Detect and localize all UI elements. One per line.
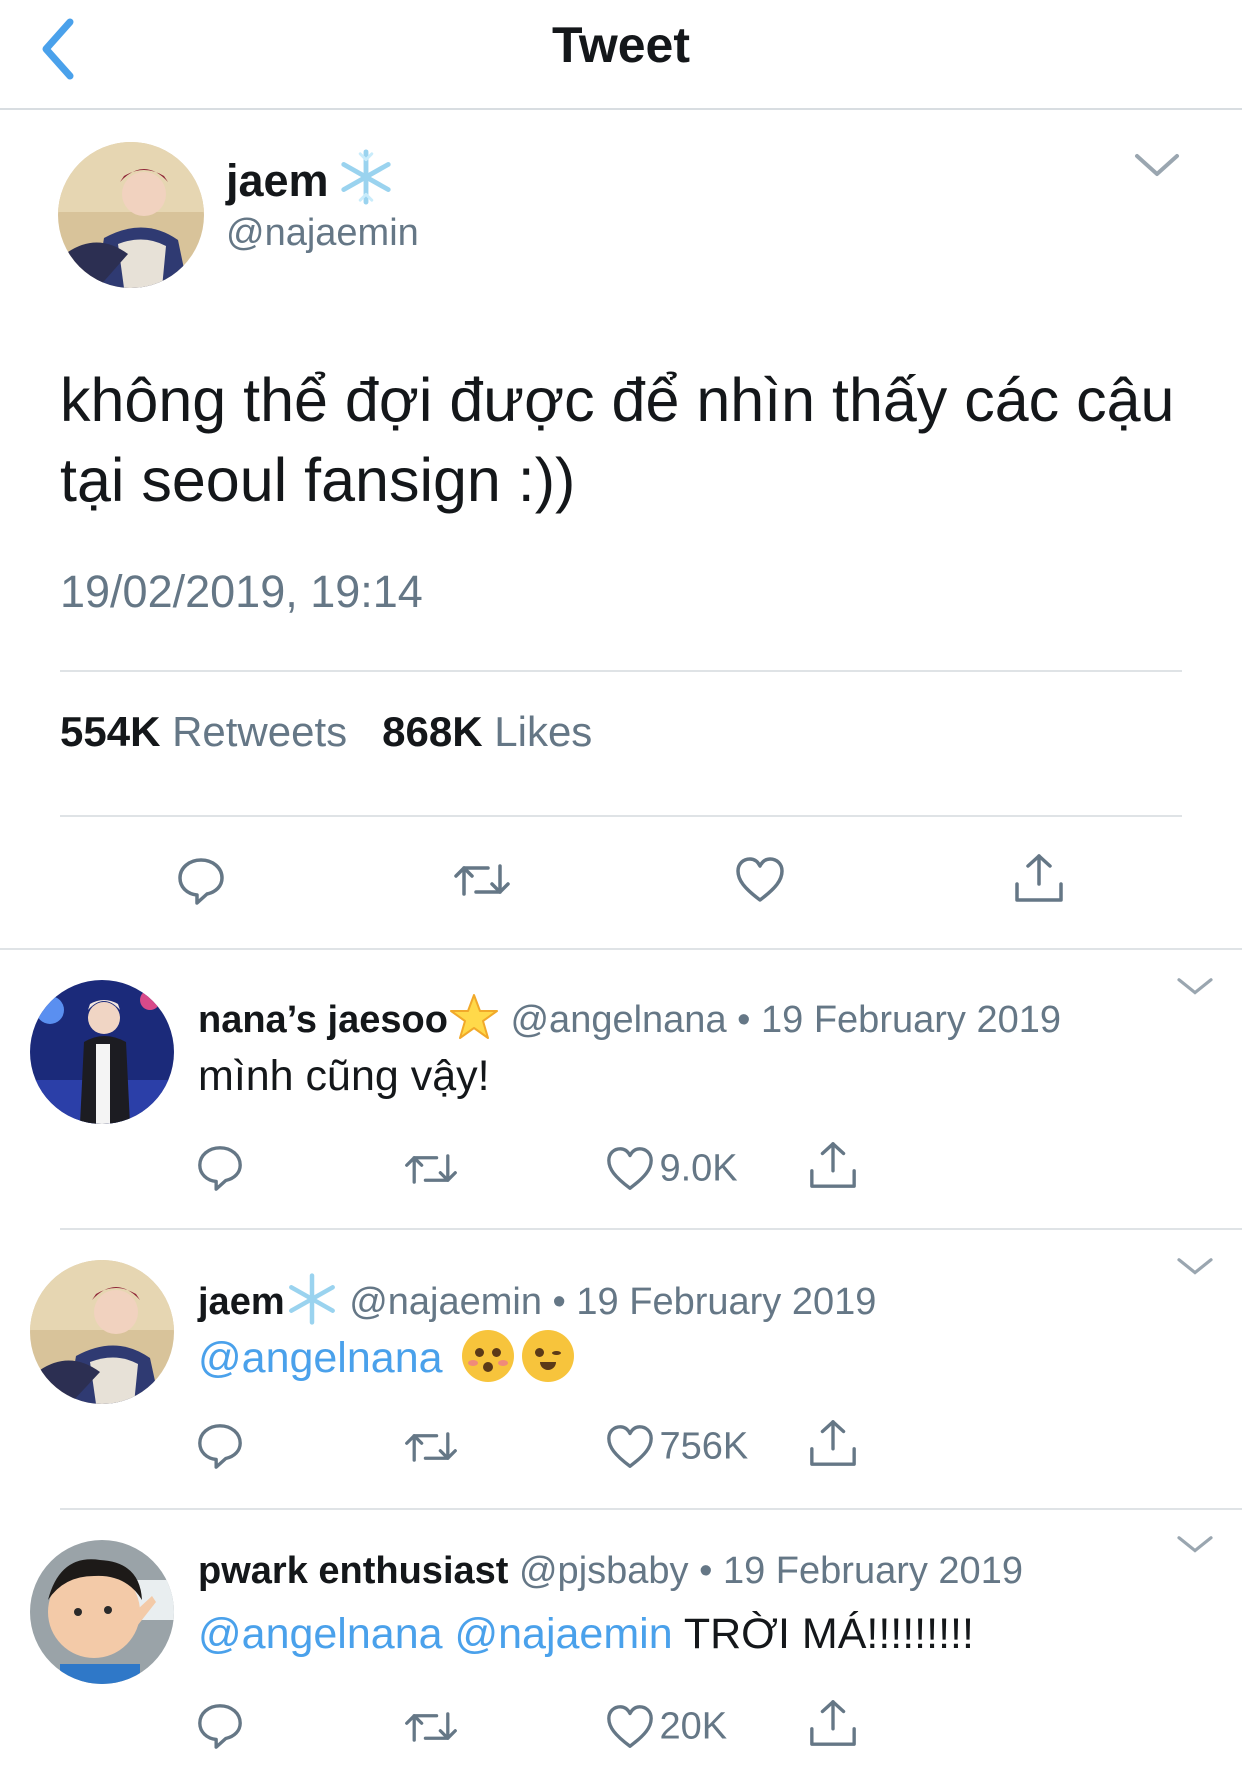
reply-text: mình cũng vậy! bbox=[198, 1052, 490, 1100]
reply-text: @angelnana bbox=[198, 1330, 575, 1383]
snowflake-icon bbox=[288, 1273, 335, 1325]
share-icon[interactable] bbox=[808, 1418, 858, 1468]
reply-date: 19 February 2019 bbox=[722, 1550, 1023, 1592]
retweet-icon[interactable] bbox=[403, 1144, 459, 1194]
winking-face-icon bbox=[522, 1330, 575, 1382]
likes-count: 868K bbox=[382, 708, 483, 755]
reply-date: 19 February 2019 bbox=[576, 1281, 877, 1323]
chevron-down-icon[interactable] bbox=[1175, 975, 1215, 999]
reply-date: 19 February 2019 bbox=[761, 999, 1061, 1041]
reply-icon[interactable] bbox=[195, 1142, 245, 1192]
retweets-stat[interactable]: 554K Retweets bbox=[60, 708, 359, 755]
tweet-author-handle[interactable]: @najaemin bbox=[226, 212, 419, 255]
avatar[interactable] bbox=[30, 1540, 174, 1684]
reply-text: @angelnana @najaemin TRỜI MÁ!!!!!!!!! bbox=[198, 1610, 974, 1659]
mention-link[interactable]: @angelnana bbox=[198, 1334, 443, 1382]
tweet-stats: 554K Retweets 868K Likes bbox=[60, 708, 592, 756]
like-count: 9.0K bbox=[659, 1147, 738, 1190]
likes-stat[interactable]: 868K Likes bbox=[382, 708, 592, 755]
reply-icon[interactable] bbox=[175, 854, 227, 906]
separator-dot: • bbox=[699, 1550, 713, 1592]
reply-author-handle[interactable]: @pjsbaby bbox=[519, 1550, 689, 1592]
reply-icon[interactable] bbox=[195, 1420, 245, 1470]
retweet-icon[interactable] bbox=[403, 1702, 459, 1752]
separator-dot: • bbox=[552, 1281, 566, 1323]
like-button[interactable]: 756K bbox=[605, 1422, 748, 1472]
divider bbox=[60, 1508, 1242, 1510]
share-icon[interactable] bbox=[808, 1140, 858, 1190]
like-button[interactable]: 9.0K bbox=[605, 1144, 738, 1194]
share-icon[interactable] bbox=[808, 1698, 858, 1748]
like-count: 756K bbox=[659, 1425, 749, 1468]
reply-header: jaem @najaemin • 19 February 2019 bbox=[198, 1272, 876, 1326]
snowflake-icon bbox=[341, 149, 391, 205]
like-icon bbox=[607, 1147, 653, 1190]
mention-link[interactable]: @najaemin bbox=[454, 1610, 672, 1658]
retweets-label: Retweets bbox=[172, 708, 348, 755]
retweet-icon[interactable] bbox=[452, 854, 512, 906]
reply-author-name[interactable]: jaem bbox=[198, 1281, 285, 1323]
reply-icon[interactable] bbox=[195, 1700, 245, 1750]
reply-message: TRỜI MÁ!!!!!!!!! bbox=[683, 1610, 974, 1658]
reply-author-name[interactable]: pwark enthusiast bbox=[198, 1550, 508, 1592]
like-count: 20K bbox=[659, 1705, 728, 1748]
reply-author-handle[interactable]: @najaemin bbox=[349, 1281, 542, 1323]
likes-label: Likes bbox=[494, 708, 593, 755]
avatar[interactable] bbox=[30, 980, 174, 1124]
divider bbox=[0, 948, 1242, 950]
separator-dot: • bbox=[737, 999, 751, 1041]
chevron-down-icon[interactable] bbox=[1133, 150, 1181, 180]
top-bar: Tweet bbox=[0, 0, 1242, 110]
avatar[interactable] bbox=[58, 142, 204, 288]
divider bbox=[60, 1228, 1242, 1230]
retweet-icon[interactable] bbox=[403, 1422, 459, 1472]
reply-author-handle[interactable]: @angelnana bbox=[510, 999, 726, 1041]
tweet-timestamp: 19/02/2019, 19:14 bbox=[60, 566, 423, 617]
reply-author-name[interactable]: nana’s jaesoo bbox=[198, 999, 448, 1041]
like-button[interactable]: 20K bbox=[605, 1702, 727, 1752]
like-icon[interactable] bbox=[734, 854, 786, 906]
like-icon bbox=[607, 1705, 653, 1748]
divider bbox=[60, 670, 1182, 672]
divider bbox=[60, 815, 1182, 817]
like-icon bbox=[607, 1425, 653, 1468]
mention-link[interactable]: @angelnana bbox=[198, 1610, 443, 1658]
kissing-face-icon bbox=[462, 1330, 515, 1382]
reply-header: nana’s jaesoo @angelnana • 19 February 2… bbox=[198, 992, 1061, 1042]
chevron-down-icon[interactable] bbox=[1175, 1255, 1215, 1279]
avatar[interactable] bbox=[30, 1260, 174, 1404]
tweet-text: không thể đợi được để nhìn thấy các cậu … bbox=[60, 366, 1175, 514]
page-title: Tweet bbox=[552, 17, 690, 73]
chevron-down-icon[interactable] bbox=[1175, 1533, 1215, 1557]
share-icon[interactable] bbox=[1013, 852, 1065, 904]
tweet-author-name[interactable]: jaem bbox=[226, 148, 395, 207]
retweets-count: 554K bbox=[60, 708, 161, 755]
star-icon bbox=[449, 994, 498, 1039]
reply-header: pwark enthusiast @pjsbaby • 19 February … bbox=[198, 1550, 1023, 1593]
